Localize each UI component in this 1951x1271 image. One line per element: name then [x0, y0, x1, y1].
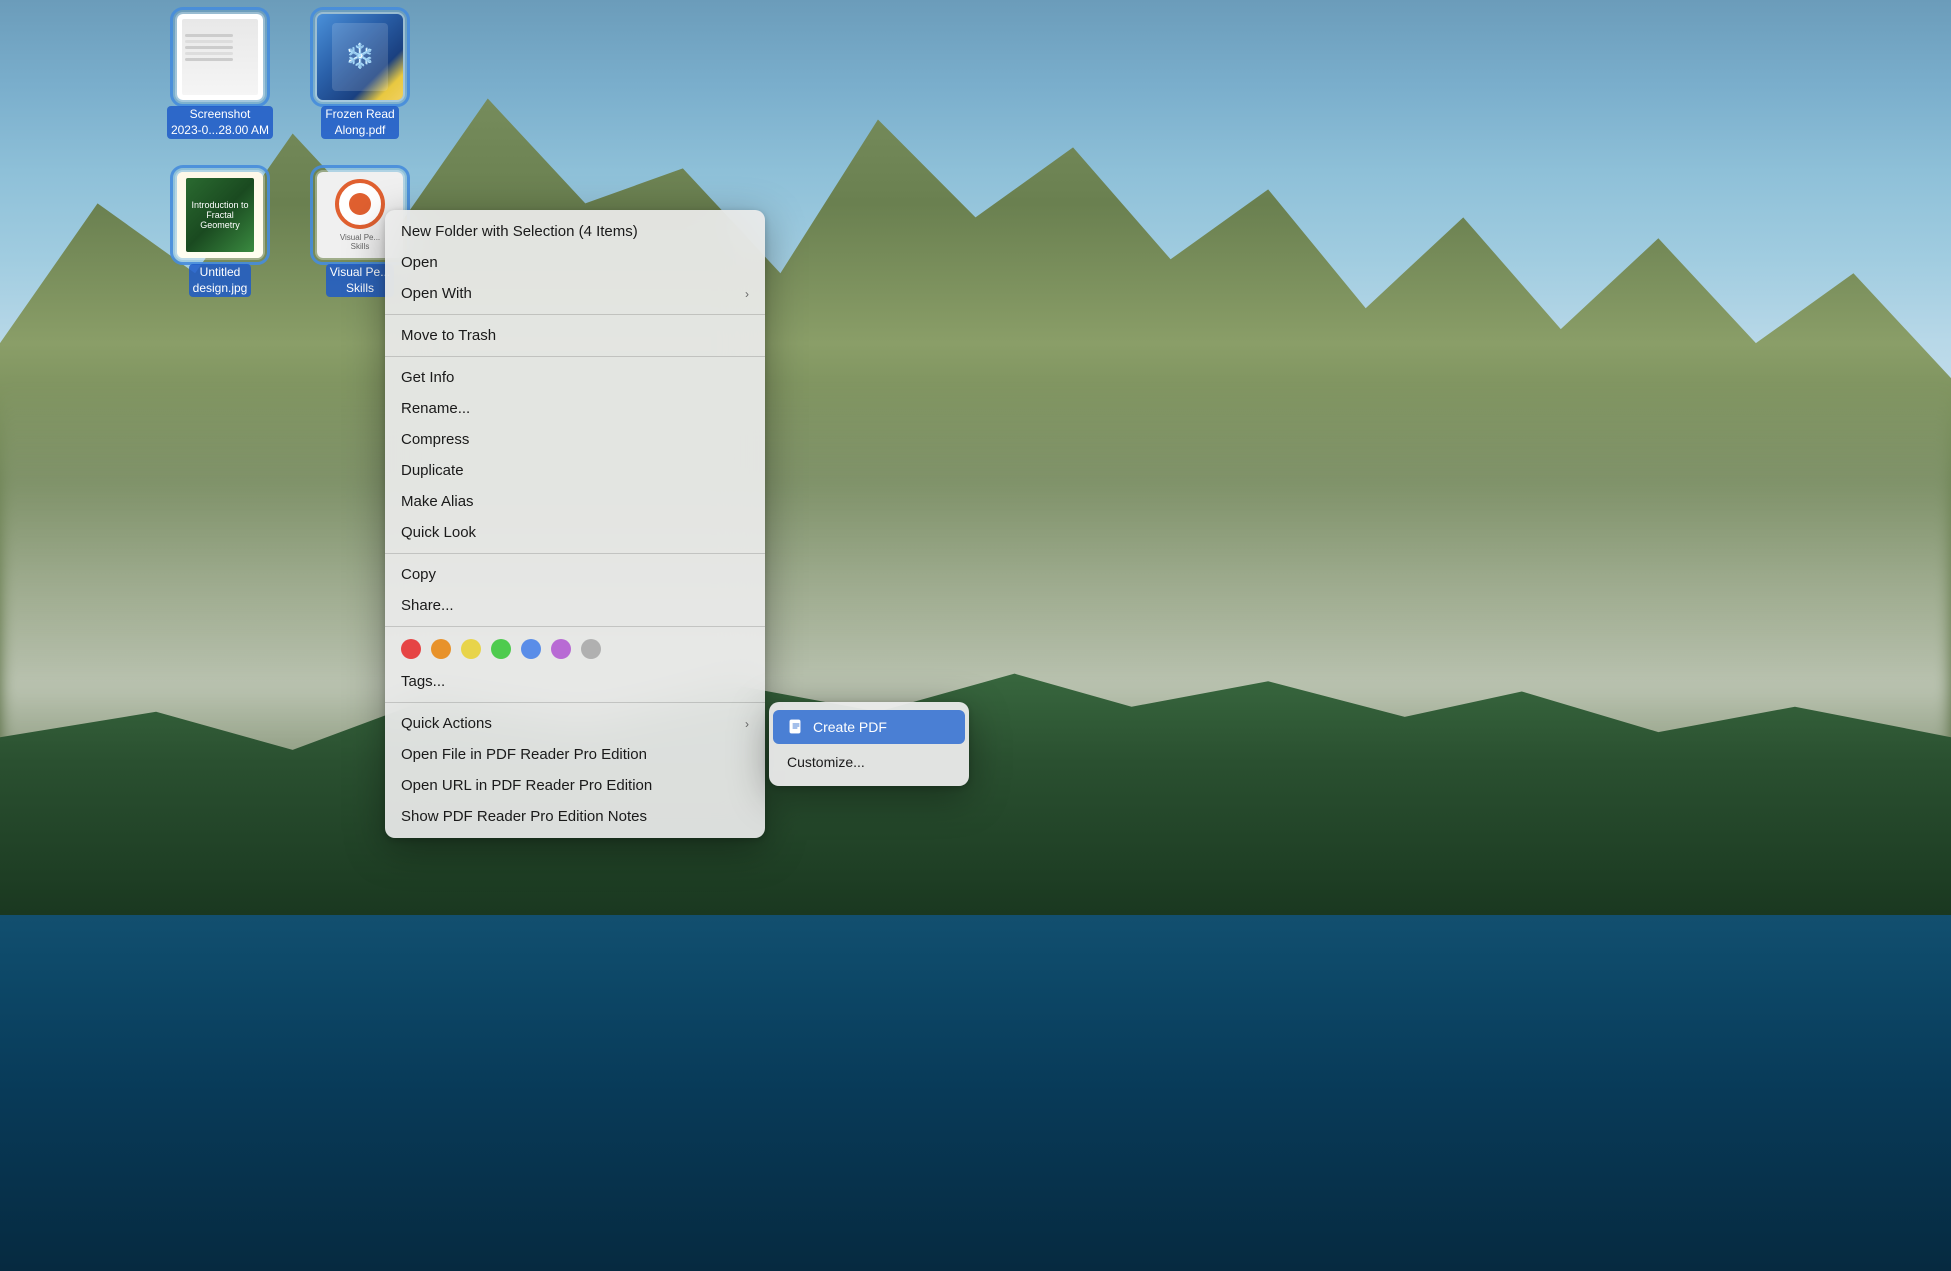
menu-item-rename[interactable]: Rename... — [385, 393, 765, 424]
menu-label-quick-look: Quick Look — [401, 524, 749, 541]
menu-label-open-file-pdf: Open File in PDF Reader Pro Edition — [401, 746, 749, 763]
frozen-cover-art: ❄️ — [332, 23, 388, 92]
menu-item-open-with[interactable]: Open With › — [385, 278, 765, 309]
frozen-label: Frozen Read Along.pdf — [321, 106, 398, 139]
design-cover: Introduction to Fractal Geometry — [186, 178, 255, 251]
tag-gray[interactable] — [581, 639, 601, 659]
menu-label-duplicate: Duplicate — [401, 462, 749, 479]
menu-item-quick-look[interactable]: Quick Look — [385, 517, 765, 548]
menu-label-open-with: Open With — [401, 285, 737, 302]
separator-1 — [385, 314, 765, 315]
menu-label-tags: Tags... — [401, 673, 749, 690]
menu-label-share: Share... — [401, 597, 749, 614]
menu-label-get-info: Get Info — [401, 369, 749, 386]
menu-item-get-info[interactable]: Get Info — [385, 362, 765, 393]
desktop-icon-screenshot[interactable]: Screenshot 2023-0...28.00 AM — [160, 12, 280, 139]
design-thumbnail: Introduction to Fractal Geometry — [175, 170, 265, 260]
menu-label-make-alias: Make Alias — [401, 493, 749, 510]
menu-item-open-file-pdf[interactable]: Open File in PDF Reader Pro Edition — [385, 739, 765, 770]
chevron-right-quick-actions-icon: › — [745, 717, 749, 731]
menu-item-make-alias[interactable]: Make Alias — [385, 486, 765, 517]
menu-item-new-folder[interactable]: New Folder with Selection (4 Items) — [385, 216, 765, 247]
menu-item-move-trash[interactable]: Move to Trash — [385, 320, 765, 351]
menu-item-compress[interactable]: Compress — [385, 424, 765, 455]
context-menu: New Folder with Selection (4 Items) Open… — [385, 210, 765, 838]
screenshot-thumbnail — [175, 12, 265, 102]
submenu-label-create-pdf: Create PDF — [813, 719, 887, 735]
submenu-item-create-pdf[interactable]: Create PDF — [773, 710, 965, 744]
screenshot-label: Screenshot 2023-0...28.00 AM — [167, 106, 273, 139]
menu-label-compress: Compress — [401, 431, 749, 448]
landscape-layer — [0, 0, 1951, 1271]
menu-item-copy[interactable]: Copy — [385, 559, 765, 590]
menu-item-quick-actions[interactable]: Quick Actions › Create PDF Customize... — [385, 708, 765, 739]
menu-label-open: Open — [401, 254, 749, 271]
menu-item-open-url-pdf[interactable]: Open URL in PDF Reader Pro Edition — [385, 770, 765, 801]
menu-label-copy: Copy — [401, 566, 749, 583]
menu-item-duplicate[interactable]: Duplicate — [385, 455, 765, 486]
chevron-right-icon: › — [745, 287, 749, 301]
menu-item-show-pdf-notes[interactable]: Show PDF Reader Pro Edition Notes — [385, 801, 765, 832]
menu-label-new-folder: New Folder with Selection (4 Items) — [401, 223, 749, 240]
separator-2 — [385, 356, 765, 357]
menu-item-open[interactable]: Open — [385, 247, 765, 278]
submenu-item-customize[interactable]: Customize... — [773, 746, 965, 778]
menu-label-rename: Rename... — [401, 400, 749, 417]
tag-green[interactable] — [491, 639, 511, 659]
menu-label-open-url-pdf: Open URL in PDF Reader Pro Edition — [401, 777, 749, 794]
tag-orange[interactable] — [431, 639, 451, 659]
tag-yellow[interactable] — [461, 639, 481, 659]
separator-3 — [385, 553, 765, 554]
tag-purple[interactable] — [551, 639, 571, 659]
tag-red[interactable] — [401, 639, 421, 659]
frozen-thumbnail: ❄️ — [315, 12, 405, 102]
menu-label-quick-actions: Quick Actions — [401, 715, 737, 732]
desktop-icon-untitled-design[interactable]: Introduction to Fractal Geometry Untitle… — [160, 170, 280, 297]
separator-5 — [385, 702, 765, 703]
visual-label-text: Visual Pe...Skills — [340, 233, 380, 251]
quick-actions-submenu: Create PDF Customize... — [769, 702, 969, 786]
menu-item-tags[interactable]: Tags... — [385, 666, 765, 697]
separator-4 — [385, 626, 765, 627]
visual-label: Visual Pe... Skills — [326, 264, 394, 297]
submenu-label-customize: Customize... — [787, 754, 865, 770]
desktop-icon-frozen-pdf[interactable]: ❄️ Frozen Read Along.pdf — [300, 12, 420, 139]
tag-blue[interactable] — [521, 639, 541, 659]
design-label: Untitled design.jpg — [189, 264, 252, 297]
visual-circle-graphic — [335, 179, 385, 229]
menu-item-share[interactable]: Share... — [385, 590, 765, 621]
menu-label-move-trash: Move to Trash — [401, 327, 749, 344]
create-pdf-icon — [787, 718, 805, 736]
tags-color-row — [385, 632, 765, 666]
menu-label-show-pdf-notes: Show PDF Reader Pro Edition Notes — [401, 808, 749, 825]
